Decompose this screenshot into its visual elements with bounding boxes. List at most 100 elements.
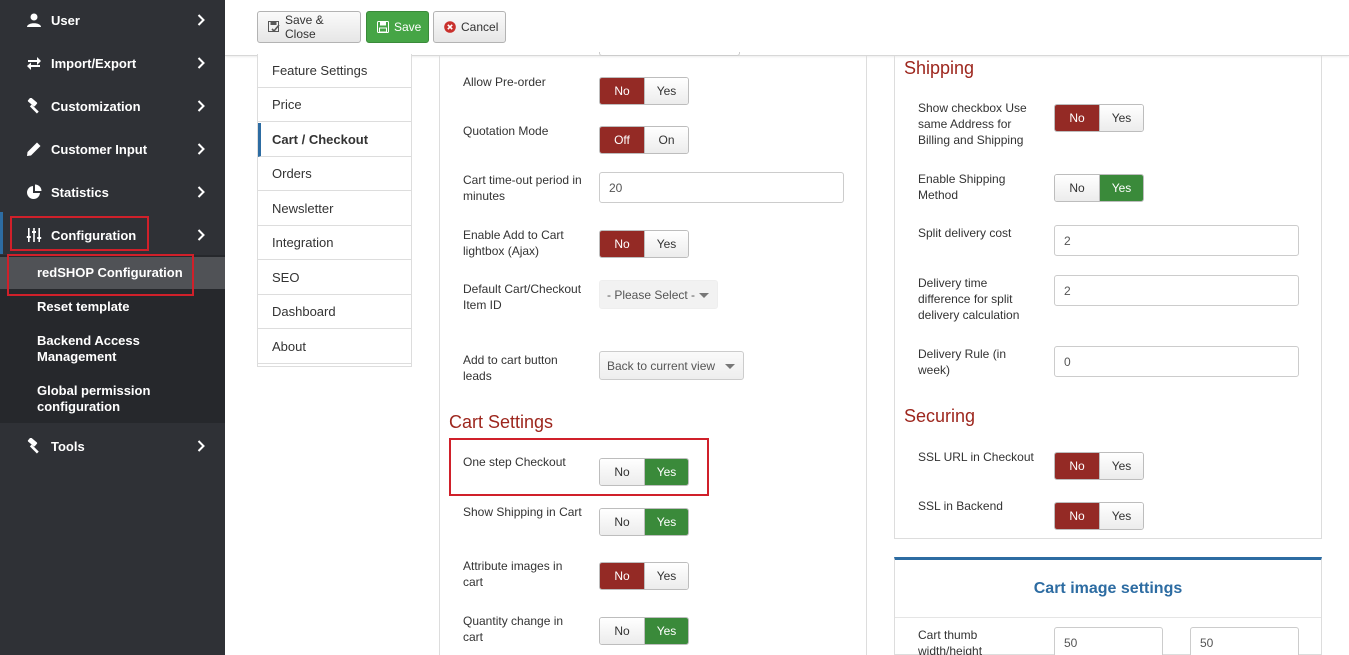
tab-about[interactable]: About: [258, 330, 411, 364]
cart-image-settings-title: Cart image settings: [895, 560, 1321, 618]
tab-dashboard[interactable]: Dashboard: [258, 295, 411, 329]
sidebar-item-customer-input[interactable]: Customer Input: [0, 134, 225, 164]
allow-preorder-no[interactable]: No: [600, 78, 644, 104]
one-step-checkout-toggle: No Yes: [599, 458, 689, 486]
ssl-backend-toggle: No Yes: [1054, 502, 1144, 530]
submenu-item-global-permission-configuration[interactable]: Global permission configuration: [37, 383, 177, 415]
submenu-item-reset-template[interactable]: Reset template: [37, 299, 129, 315]
hammer-icon: [25, 97, 43, 115]
quotation-mode-off[interactable]: Off: [600, 127, 644, 153]
same-address-toggle: No Yes: [1054, 104, 1144, 132]
cart-timeout-input[interactable]: 20: [599, 172, 844, 203]
save-button[interactable]: Save: [366, 11, 429, 43]
same-address-yes[interactable]: Yes: [1099, 105, 1143, 131]
add-to-cart-lightbox-toggle: No Yes: [599, 230, 689, 258]
ssl-backend-label: SSL in Backend: [918, 499, 1003, 513]
delivery-time-diff-input[interactable]: 2: [1054, 275, 1299, 306]
save-close-button[interactable]: Save & Close: [257, 11, 361, 43]
tab-newsletter[interactable]: Newsletter: [258, 192, 411, 226]
sidebar-item-label: User: [51, 12, 80, 28]
quotation-mode-label: Quotation Mode: [463, 124, 549, 138]
cancel-icon: [444, 21, 456, 33]
enable-shipping-method-no[interactable]: No: [1055, 175, 1099, 201]
tab-feature-settings[interactable]: Feature Settings: [258, 54, 411, 88]
chevron-right-icon: [197, 140, 207, 158]
tab-integration[interactable]: Integration: [258, 226, 411, 260]
quotation-mode-on[interactable]: On: [644, 127, 688, 153]
show-shipping-yes[interactable]: Yes: [644, 509, 688, 535]
scrolled-field-edge: [599, 52, 740, 56]
cancel-button[interactable]: Cancel: [433, 11, 506, 43]
add-to-cart-lightbox-label: Enable Add to Cart lightbox (Ajax): [463, 228, 564, 258]
tab-price[interactable]: Price: [258, 88, 411, 122]
chevron-down-icon: [699, 293, 709, 298]
ssl-checkout-label: SSL URL in Checkout: [918, 450, 1034, 464]
tab-seo[interactable]: SEO: [258, 261, 411, 295]
sidebar-item-user[interactable]: User: [0, 5, 225, 35]
ssl-checkout-no[interactable]: No: [1055, 453, 1099, 479]
securing-title: Securing: [904, 406, 976, 426]
tab-orders[interactable]: Orders: [258, 157, 411, 191]
quantity-change-no[interactable]: No: [600, 618, 644, 644]
add-to-cart-lightbox-no[interactable]: No: [600, 231, 644, 257]
sidebar-item-import-export[interactable]: Import/Export: [0, 48, 225, 78]
add-to-cart-leads-select[interactable]: Back to current view: [599, 351, 744, 380]
default-item-id-select[interactable]: - Please Select -: [599, 280, 718, 309]
highlight-box-configuration: [10, 216, 149, 251]
attribute-images-toggle: No Yes: [599, 562, 689, 590]
floppy-icon: [377, 21, 389, 33]
split-delivery-cost-input[interactable]: 2: [1054, 225, 1299, 256]
add-to-cart-leads-label: Add to cart button leads: [463, 353, 558, 383]
split-delivery-cost-label: Split delivery cost: [918, 226, 1012, 240]
quantity-change-yes[interactable]: Yes: [644, 618, 688, 644]
sidebar-item-customization[interactable]: Customization: [0, 91, 225, 121]
highlight-box-redshop-configuration: [7, 254, 194, 296]
cart-thumb-width-input[interactable]: 50: [1054, 627, 1163, 655]
sidebar-item-label: Import/Export: [51, 55, 137, 71]
enable-shipping-method-yes[interactable]: Yes: [1099, 175, 1143, 201]
chevron-right-icon: [197, 226, 207, 244]
same-address-no[interactable]: No: [1055, 105, 1099, 131]
sidebar-item-label: Tools: [51, 438, 85, 454]
attribute-images-no[interactable]: No: [600, 563, 644, 589]
quantity-change-toggle: No Yes: [599, 617, 689, 645]
allow-preorder-yes[interactable]: Yes: [644, 78, 688, 104]
chevron-right-icon: [197, 54, 207, 72]
cart-thumb-height-input[interactable]: 50: [1190, 627, 1299, 655]
chevron-down-icon: [725, 364, 735, 369]
import-export-icon: [25, 54, 43, 72]
save-close-label: Save & Close: [285, 13, 324, 41]
one-step-checkout-no[interactable]: No: [600, 459, 644, 485]
show-shipping-no[interactable]: No: [600, 509, 644, 535]
sidebar-item-statistics[interactable]: Statistics: [0, 177, 225, 207]
add-to-cart-lightbox-yes[interactable]: Yes: [644, 231, 688, 257]
config-tabs: Feature Settings Price Cart / Checkout O…: [257, 54, 412, 367]
submenu-item-backend-access-management[interactable]: Backend Access Management: [37, 333, 167, 365]
save-label: Save: [394, 20, 422, 34]
ssl-backend-yes[interactable]: Yes: [1099, 503, 1143, 529]
user-icon: [25, 11, 43, 29]
cart-thumb-label: Cart thumb width/height: [918, 628, 983, 655]
show-shipping-label: Show Shipping in Cart: [463, 505, 582, 519]
attribute-images-yes[interactable]: Yes: [644, 563, 688, 589]
sidebar-item-tools[interactable]: Tools: [0, 431, 225, 461]
tab-cart-checkout[interactable]: Cart / Checkout: [258, 123, 411, 157]
ssl-backend-no[interactable]: No: [1055, 503, 1099, 529]
hammer-icon: [25, 437, 43, 455]
chevron-right-icon: [197, 437, 207, 455]
ssl-checkout-yes[interactable]: Yes: [1099, 453, 1143, 479]
attribute-images-label: Attribute images in cart: [463, 559, 563, 589]
cart-settings-title: Cart Settings: [449, 412, 554, 432]
one-step-checkout-yes[interactable]: Yes: [644, 459, 688, 485]
chevron-right-icon: [197, 11, 207, 29]
sidebar: User Import/Export Customization Custome…: [0, 0, 225, 655]
sidebar-item-label: Customer Input: [51, 141, 148, 157]
delivery-rule-input[interactable]: 0: [1054, 346, 1299, 377]
shipping-title: Shipping: [904, 58, 975, 78]
quotation-mode-toggle: Off On: [599, 126, 689, 154]
sidebar-item-label: Statistics: [51, 184, 109, 200]
one-step-checkout-label: One step Checkout: [463, 455, 566, 469]
enable-shipping-method-label: Enable Shipping Method: [918, 172, 1006, 202]
default-item-id-label: Default Cart/Checkout Item ID: [463, 282, 582, 312]
chevron-right-icon: [197, 183, 207, 201]
